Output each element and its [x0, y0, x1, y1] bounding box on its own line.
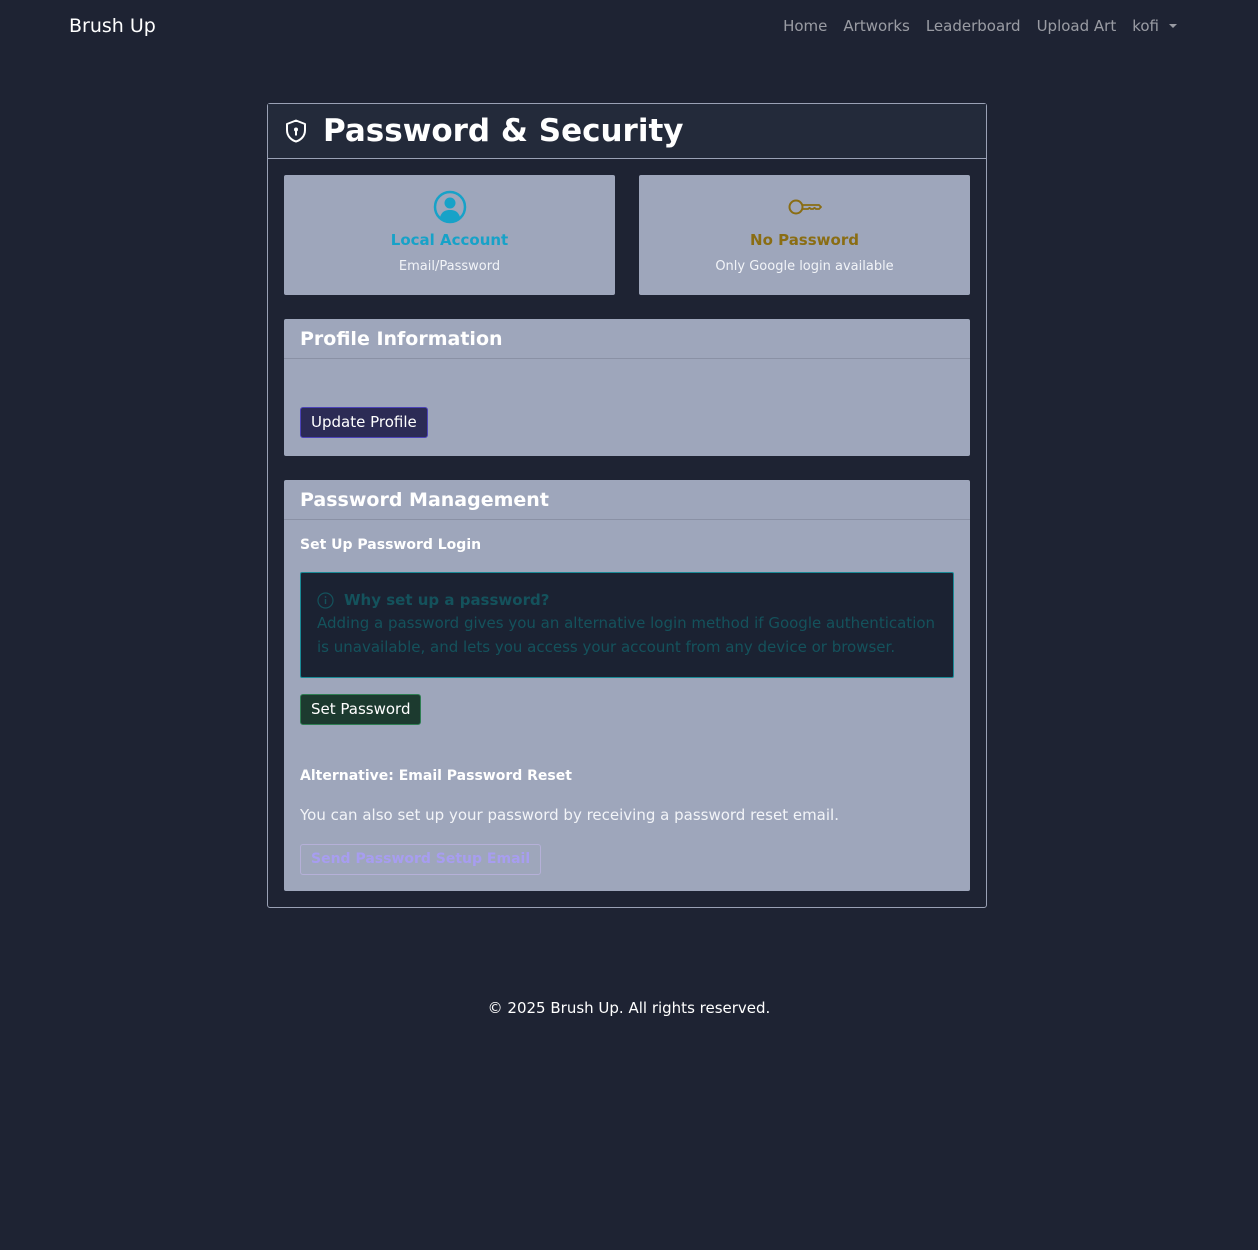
account-type-title: Local Account [390, 231, 509, 249]
user-dropdown[interactable]: kofi [1132, 17, 1177, 35]
profile-section-heading: Profile Information [284, 319, 970, 359]
caret-down-icon [1169, 24, 1177, 28]
key-icon [788, 199, 822, 215]
alternative-heading: Alternative: Email Password Reset [300, 768, 572, 784]
nav-link-home[interactable]: Home [783, 17, 827, 35]
nav-link-artworks[interactable]: Artworks [843, 17, 909, 35]
setup-password-heading: Set Up Password Login [300, 537, 482, 553]
nav-links: Home Artworks Leaderboard Upload Art kof… [783, 17, 1177, 35]
password-status-title: No Password [750, 231, 859, 249]
nav-link-leaderboard[interactable]: Leaderboard [926, 17, 1021, 35]
profile-section: Profile Information Update Profile [284, 319, 970, 456]
security-card: Password & Security Local Account Email/… [267, 103, 987, 908]
person-circle-icon [433, 190, 466, 224]
info-text: Adding a password gives you an alternati… [317, 614, 936, 656]
update-profile-button[interactable]: Update Profile [300, 407, 428, 438]
password-status-subtitle: Only Google login available [715, 259, 894, 274]
set-password-button[interactable]: Set Password [300, 694, 422, 725]
account-type-subtitle: Email/Password [398, 259, 501, 274]
info-title: Why set up a password? [344, 591, 550, 609]
footer-text: © 2025 Brush Up. All rights reserved. [487, 999, 771, 1017]
password-status-box: No Password Only Google login available [639, 175, 970, 295]
brand-link[interactable]: Brush Up [69, 15, 156, 37]
shield-lock-icon [286, 119, 306, 143]
navbar: Brush Up Home Artworks Leaderboard Uploa… [0, 0, 1258, 56]
user-name: kofi [1132, 17, 1159, 35]
info-alert: Why set up a password? Adding a password… [300, 572, 954, 678]
nav-link-upload-art[interactable]: Upload Art [1037, 17, 1117, 35]
account-type-box: Local Account Email/Password [284, 175, 615, 295]
password-management-heading: Password Management [284, 480, 970, 520]
send-password-setup-email-button[interactable]: Send Password Setup Email [300, 844, 542, 875]
password-management-section: Password Management Set Up Password Logi… [284, 480, 970, 891]
card-header: Password & Security [268, 104, 986, 159]
page-title: Password & Security [323, 113, 684, 149]
info-circle-icon [317, 591, 334, 609]
alternative-text: You can also set up your password by rec… [300, 806, 839, 824]
